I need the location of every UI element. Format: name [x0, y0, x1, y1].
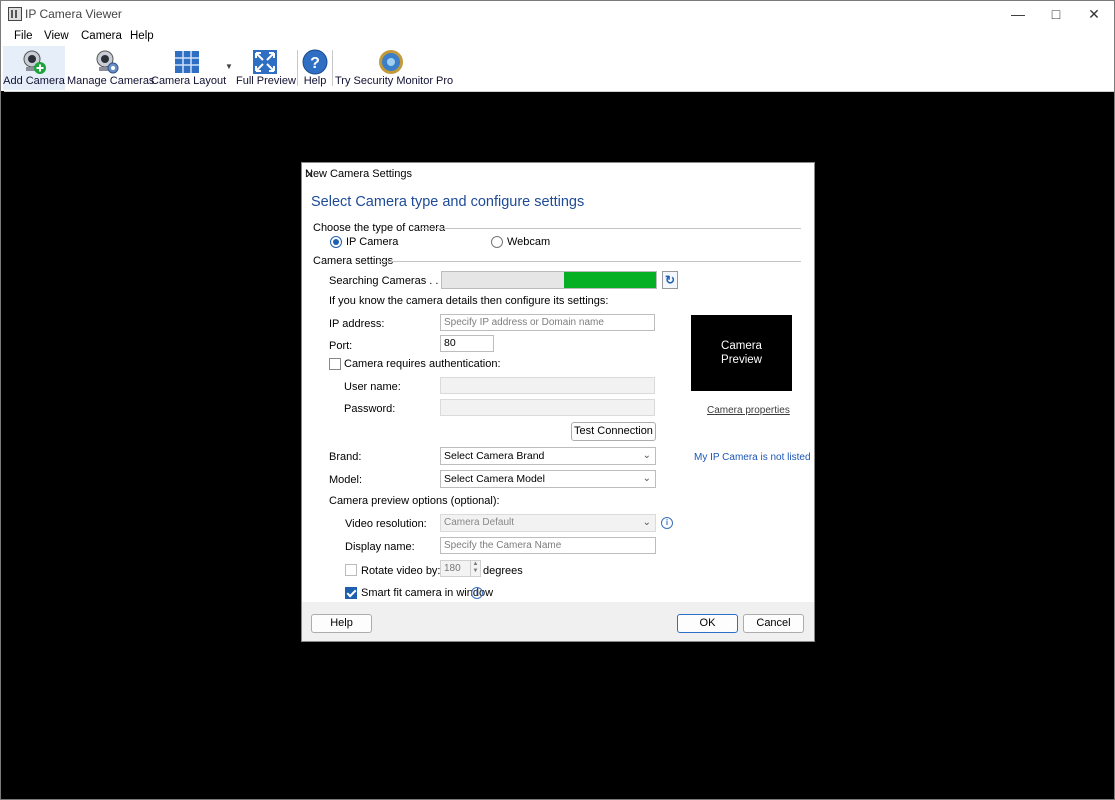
- full-preview-button[interactable]: Full Preview: [236, 46, 296, 90]
- brand-select[interactable]: Select Camera Brand ⌄: [440, 447, 656, 465]
- viewport-edge: [1, 91, 4, 799]
- window-title: IP Camera Viewer: [25, 7, 122, 21]
- not-listed-link[interactable]: My IP Camera is not listed: [694, 452, 811, 463]
- security-monitor-icon: [379, 50, 403, 74]
- ip-address-label: IP address:: [329, 318, 385, 330]
- chevron-down-icon: ▼: [225, 62, 233, 71]
- dialog-footer: Help OK Cancel: [302, 602, 814, 641]
- toolbar-separator: [332, 50, 333, 86]
- add-camera-label: Add Camera: [3, 75, 65, 87]
- maximize-button[interactable]: □: [1037, 1, 1075, 27]
- username-label: User name:: [344, 381, 401, 393]
- brand-label: Brand:: [329, 451, 362, 463]
- camera-layout-icon: [175, 51, 199, 73]
- menu-camera[interactable]: Camera: [81, 30, 122, 42]
- auth-label: Camera requires authentication:: [344, 358, 501, 370]
- help-toolbar-label: Help: [303, 75, 327, 87]
- auth-checkbox[interactable]: [329, 358, 341, 370]
- webcam-label: Webcam: [507, 236, 551, 248]
- video-resolution-label: Video resolution:: [345, 518, 427, 530]
- video-resolution-select[interactable]: Camera Default ⌄: [440, 514, 656, 532]
- model-select-value: Select Camera Model: [444, 473, 545, 485]
- password-input[interactable]: [440, 399, 655, 416]
- spinner-arrows-icon[interactable]: ▲ ▼: [470, 561, 480, 576]
- menu-view[interactable]: View: [44, 30, 69, 42]
- menu-file[interactable]: File: [14, 30, 33, 42]
- group-divider: [421, 228, 801, 229]
- menu-help[interactable]: Help: [130, 30, 154, 42]
- add-camera-icon: [23, 50, 46, 74]
- dialog-heading: Select Camera type and configure setting…: [311, 194, 585, 210]
- camera-preview: Camera Preview: [691, 315, 792, 391]
- search-progress-fill: [563, 272, 656, 288]
- minimize-button[interactable]: —: [999, 1, 1037, 27]
- close-window-button[interactable]: ✕: [1075, 1, 1113, 27]
- new-camera-dialog: New Camera Settings ✕ Select Camera type…: [301, 162, 815, 642]
- ok-button[interactable]: OK: [677, 614, 738, 633]
- refresh-icon[interactable]: ↻: [662, 271, 678, 289]
- port-input[interactable]: 80: [440, 335, 494, 352]
- brand-select-value: Select Camera Brand: [444, 450, 545, 462]
- webcam-radio[interactable]: [491, 236, 503, 248]
- video-resolution-value: Camera Default: [444, 517, 515, 528]
- ip-camera-label: IP Camera: [346, 236, 399, 248]
- svg-text:?: ?: [310, 55, 320, 72]
- configure-hint: If you know the camera details then conf…: [329, 295, 609, 307]
- manage-cameras-button[interactable]: Manage Cameras: [67, 46, 155, 90]
- chevron-down-icon: ⌄: [642, 473, 651, 484]
- rotate-checkbox[interactable]: [345, 564, 357, 576]
- try-pro-button[interactable]: Try Security Monitor Pro: [335, 46, 454, 90]
- password-label: Password:: [344, 403, 396, 415]
- camera-layout-dropdown[interactable]: ▼: [223, 46, 235, 90]
- help-toolbar-button[interactable]: ? Help: [300, 46, 330, 90]
- ip-camera-radio[interactable]: [330, 236, 342, 248]
- port-label: Port:: [329, 340, 353, 352]
- app-icon: [8, 7, 22, 21]
- display-name-input[interactable]: Specify the Camera Name: [440, 537, 656, 554]
- full-preview-label: Full Preview: [236, 75, 296, 87]
- toolbar-separator: [297, 50, 298, 86]
- ip-address-input[interactable]: Specify IP address or Domain name: [440, 314, 655, 331]
- full-preview-icon: [253, 50, 277, 74]
- manage-cameras-label: Manage Cameras: [67, 75, 155, 87]
- group-divider: [380, 261, 801, 262]
- preview-options-label: Camera preview options (optional):: [329, 495, 500, 507]
- display-name-label: Display name:: [345, 541, 415, 553]
- rotate-label: Rotate video by:: [361, 565, 441, 577]
- menu-bar: File View Camera Help: [1, 27, 1114, 46]
- rotate-spinner[interactable]: 180 ▲ ▼: [440, 560, 481, 577]
- username-input[interactable]: [440, 377, 655, 394]
- chevron-down-icon: ⌄: [642, 450, 651, 461]
- smart-fit-checkbox[interactable]: [345, 587, 357, 599]
- camera-layout-label: Camera Layout: [151, 75, 227, 87]
- help-button[interactable]: Help: [311, 614, 372, 633]
- dialog-body: Select Camera type and configure setting…: [302, 185, 814, 602]
- manage-cameras-icon: [96, 50, 119, 74]
- toolbar: Add Camera Manage Cameras Camera Layout …: [1, 46, 1114, 92]
- info-icon[interactable]: i: [471, 587, 483, 599]
- cancel-button[interactable]: Cancel: [743, 614, 804, 633]
- dialog-title-bar: New Camera Settings ✕: [302, 163, 814, 185]
- help-icon: ?: [302, 49, 328, 75]
- dialog-close-icon[interactable]: ✕: [305, 168, 808, 181]
- degrees-label: degrees: [483, 565, 523, 577]
- camera-preview-text: Camera Preview: [721, 340, 762, 366]
- test-connection-button[interactable]: Test Connection: [571, 422, 656, 441]
- add-camera-button[interactable]: Add Camera: [3, 46, 65, 90]
- try-pro-label: Try Security Monitor Pro: [335, 75, 454, 87]
- info-icon[interactable]: i: [661, 517, 673, 529]
- camera-properties-link[interactable]: Camera properties: [707, 405, 790, 416]
- camera-layout-button[interactable]: Camera Layout: [151, 46, 227, 90]
- searching-label: Searching Cameras . . .: [329, 275, 445, 287]
- model-label: Model:: [329, 474, 363, 486]
- model-select[interactable]: Select Camera Model ⌄: [440, 470, 656, 488]
- chevron-down-icon: ⌄: [642, 517, 651, 528]
- title-bar: IP Camera Viewer — □ ✕: [1, 1, 1114, 27]
- search-progress-bar: [441, 271, 657, 289]
- rotate-value: 180: [444, 563, 461, 574]
